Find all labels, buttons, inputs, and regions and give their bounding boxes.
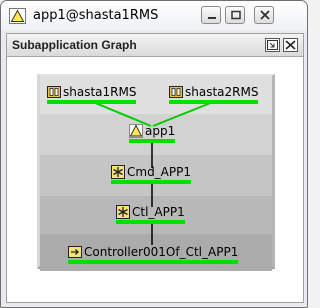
- title-bar[interactable]: app1@shasta1RMS: [1, 1, 307, 31]
- close-button[interactable]: [254, 6, 274, 24]
- rms-icon: [47, 86, 61, 98]
- undock-button[interactable]: [265, 38, 280, 52]
- node-ctl-app1[interactable]: Ctl_APP1: [116, 204, 185, 224]
- maximize-button[interactable]: [225, 6, 245, 24]
- window-title: app1@shasta1RMS: [33, 8, 159, 23]
- undock-icon: [267, 40, 278, 50]
- minimize-icon: [208, 17, 216, 19]
- node-label: Ctl_APP1: [132, 205, 185, 219]
- node-controller001[interactable]: Controller001Of_Ctl_APP1: [68, 244, 239, 264]
- app-window: app1@shasta1RMS Subapplication Graph sha…: [0, 0, 308, 308]
- node-label: shasta1RMS: [63, 85, 137, 99]
- cmd-icon: [111, 165, 125, 179]
- node-label: app1: [145, 124, 176, 138]
- close-icon: [260, 10, 270, 20]
- node-label: shasta2RMS: [185, 85, 259, 99]
- rms-icon: [169, 86, 183, 98]
- ctl-icon: [116, 205, 130, 219]
- node-shasta1rms[interactable]: shasta1RMS: [47, 84, 137, 104]
- minimize-button[interactable]: [201, 6, 221, 24]
- node-cmd-app1[interactable]: Cmd_APP1: [111, 164, 192, 184]
- panel-header: Subapplication Graph: [7, 34, 303, 57]
- panel-close-button[interactable]: [283, 38, 298, 52]
- node-shasta2rms[interactable]: shasta2RMS: [169, 84, 259, 104]
- warning-triangle-icon: [9, 8, 26, 24]
- controller-icon: [68, 246, 82, 258]
- warning-icon: [129, 124, 143, 138]
- node-label: Cmd_APP1: [127, 165, 192, 179]
- close-icon: [285, 40, 296, 50]
- node-app1[interactable]: app1: [129, 123, 176, 143]
- panel-title: Subapplication Graph: [12, 38, 137, 52]
- node-label: Controller001Of_Ctl_APP1: [84, 245, 239, 259]
- maximize-icon: [231, 10, 241, 20]
